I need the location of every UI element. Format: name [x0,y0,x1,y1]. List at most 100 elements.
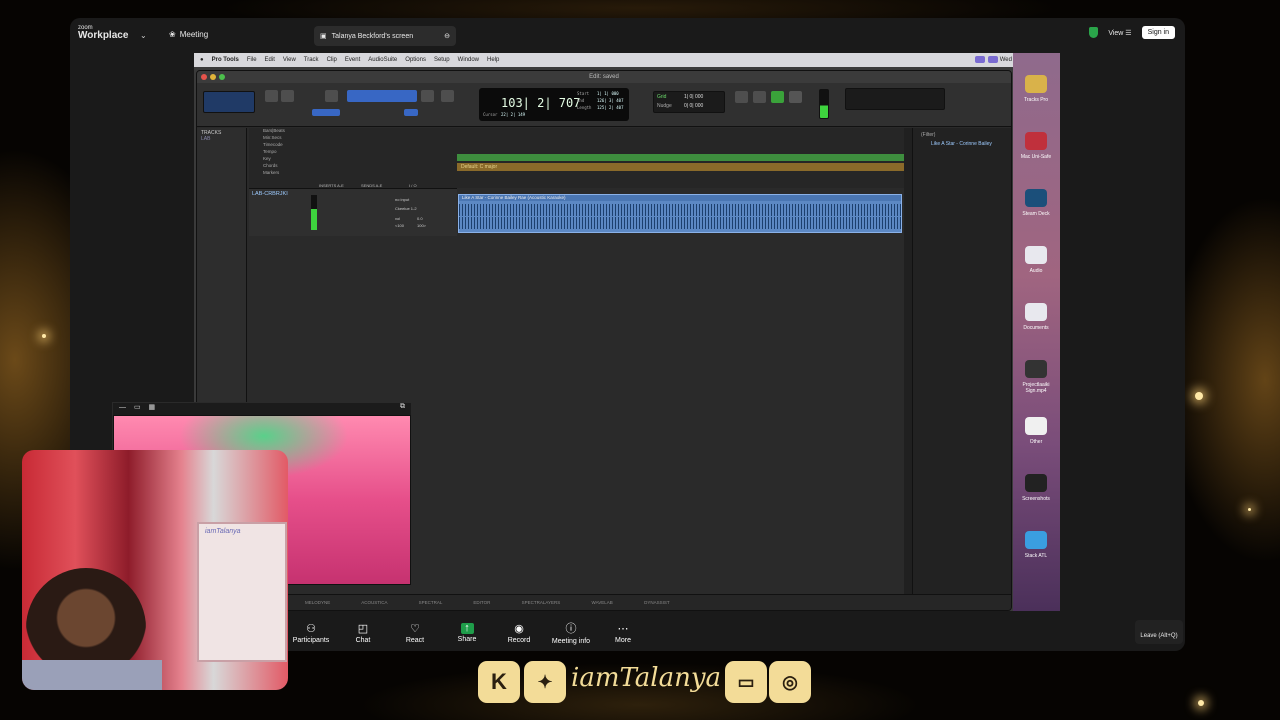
desktop-item-icon[interactable] [1025,303,1047,321]
menu-file[interactable]: File [247,57,257,63]
menu-help[interactable]: Help [487,57,499,63]
ruler-timecode[interactable]: Timecode [249,142,909,149]
whiteboard: iamTalanya [197,522,287,662]
desktop-item-icon[interactable] [1025,189,1047,207]
pan-right[interactable]: 100> [417,223,426,228]
meeting-info-button[interactable]: ⓘ Meeting info [545,615,597,650]
audio-clip[interactable]: Like A Star - Corinne Bailey Rae (Acoust… [458,194,902,233]
menu-window[interactable]: Window [458,57,479,63]
desktop-item-label: Other [1029,439,1043,445]
screen-share-tab[interactable]: ▣ Talanya Beckford's screen ⊖ [314,26,456,46]
toolbar-label: More [615,636,631,644]
output-selector[interactable]: Ckeelue 1-2 [395,206,417,211]
desktop-item-icon[interactable] [1025,75,1047,93]
edit-window-title: Edit: saved [197,71,1011,83]
vertical-scrollbar[interactable] [904,128,912,594]
input-selector[interactable]: no input [395,197,409,202]
record-icon: ◉ [514,622,524,635]
edit-timeline-area[interactable] [457,236,904,594]
apple-icon[interactable]: ● [200,57,204,63]
participants-button[interactable]: ⚇ Participants [285,615,337,650]
leave-button[interactable]: Leave (Alt+Q) [1135,620,1183,644]
sign-in-button[interactable]: Sign in [1141,26,1175,39]
desktop-item-icon[interactable] [1025,417,1047,435]
grid-nudge[interactable]: Grid Nudge 1| 0| 000 0| 0| 000 [653,91,725,113]
paw-icon: ❀ [169,30,176,39]
tempo-section[interactable] [845,88,945,110]
volume-value[interactable]: 0.0 [417,216,423,221]
view-button[interactable]: View ☰ [1108,29,1131,37]
plugin-tab-list[interactable]: MELODYNE ACOUSTICA SPECTRAL EDITOR SPECT… [305,600,670,605]
menu-audiosuite[interactable]: AudioSuite [368,57,397,63]
edit-mode-buttons[interactable] [203,91,255,113]
layout-icon[interactable]: ▭ [134,404,141,411]
zoom-icon[interactable] [219,74,225,80]
chevron-down-icon[interactable]: ⌄ [140,31,147,40]
ruler-min-secs[interactable]: Min:Secs [249,135,909,142]
pan-left[interactable]: <100 [395,223,404,228]
minimize-icon[interactable] [210,74,216,80]
clips-list: (Filter) Like A Star - Corinne Bailey [912,128,1011,594]
edit-tools[interactable] [347,90,417,102]
kick-icon: K [478,661,520,703]
menu-clip[interactable]: Clip [327,57,337,63]
clip-filter[interactable]: (Filter) [921,132,1003,138]
loop-button[interactable] [735,91,748,103]
share-icon: ↑ [460,622,474,634]
minimize-icon[interactable]: — [119,404,126,411]
menu-event[interactable]: Event [345,57,360,63]
track-list-item[interactable]: LAB [201,136,242,142]
record-button[interactable]: ◉ Record [493,615,545,650]
toolbar-label: Meeting info [551,638,591,645]
chat-button[interactable]: ◰ Chat [337,615,389,650]
track-meter [311,195,317,230]
video-window-toolbar: — ▭ ▦ ⧉ [113,403,411,415]
main-counter[interactable]: 103| 2| 707 Start End Length Cursor 1| 1… [479,88,629,121]
desktop-item-icon[interactable] [1025,360,1047,378]
desktop-item-icon[interactable] [1025,531,1047,549]
record-button[interactable] [789,91,802,103]
menu-edit[interactable]: Edit [265,57,275,63]
menu-pro-tools[interactable]: Pro Tools [212,57,239,63]
meeting-label[interactable]: ❀ Meeting [169,30,208,39]
share-button[interactable]: ↑ Share [441,615,493,650]
close-icon[interactable] [201,74,207,80]
key-lane[interactable]: Default: C major [457,163,904,171]
options-icon[interactable]: ⊖ [444,32,450,40]
menu-view[interactable]: View [283,57,296,63]
pencil-tool[interactable] [421,90,434,102]
share-screen-icon: ▣ [320,33,327,40]
react-button[interactable]: ♡ React [389,615,441,650]
popout-icon[interactable]: ⧉ [400,403,405,411]
desktop-item-icon[interactable] [1025,132,1047,150]
volume-label: vol [395,216,401,221]
zoom-logo[interactable]: zoom Workplace [78,25,128,41]
social-handle-banner: K ✦ iamTalanya ▭ ◎ [478,657,813,709]
security-shield-icon[interactable] [1089,27,1099,38]
track-name[interactable]: LAB-CRBRJKI [252,191,288,197]
sparkle [1248,508,1251,511]
more-button[interactable]: ⋯ More [597,615,649,650]
menu-options[interactable]: Options [405,57,426,63]
zoom-button[interactable] [281,90,294,102]
ruler-markers[interactable]: Markers [249,170,909,177]
info-icon: ⓘ [565,623,577,635]
stop-button[interactable] [753,91,766,103]
desktop-item-label: Mac Uni-Safe [1020,154,1052,160]
play-button[interactable] [771,91,784,103]
desktop-item-icon[interactable] [1025,246,1047,264]
desktop-item-label: Stack ATL [1024,553,1048,559]
smart-tool[interactable] [441,90,454,102]
zoomer-tool[interactable] [325,90,338,102]
link-button[interactable] [404,109,418,116]
desktop-item-icon[interactable] [1025,474,1047,492]
zoom-button[interactable] [265,90,278,102]
menu-track[interactable]: Track [304,57,319,63]
sparkle [42,334,46,338]
clip-list-item[interactable]: Like A Star - Corinne Bailey [921,141,1003,147]
ruler-bars-beats[interactable]: Bars|Beats [249,128,909,135]
tempo-lane[interactable]: 118 [457,154,904,169]
menu-setup[interactable]: Setup [434,57,450,63]
grid-icon[interactable]: ▦ [149,404,156,411]
tab-to-transient-button[interactable] [312,109,340,116]
